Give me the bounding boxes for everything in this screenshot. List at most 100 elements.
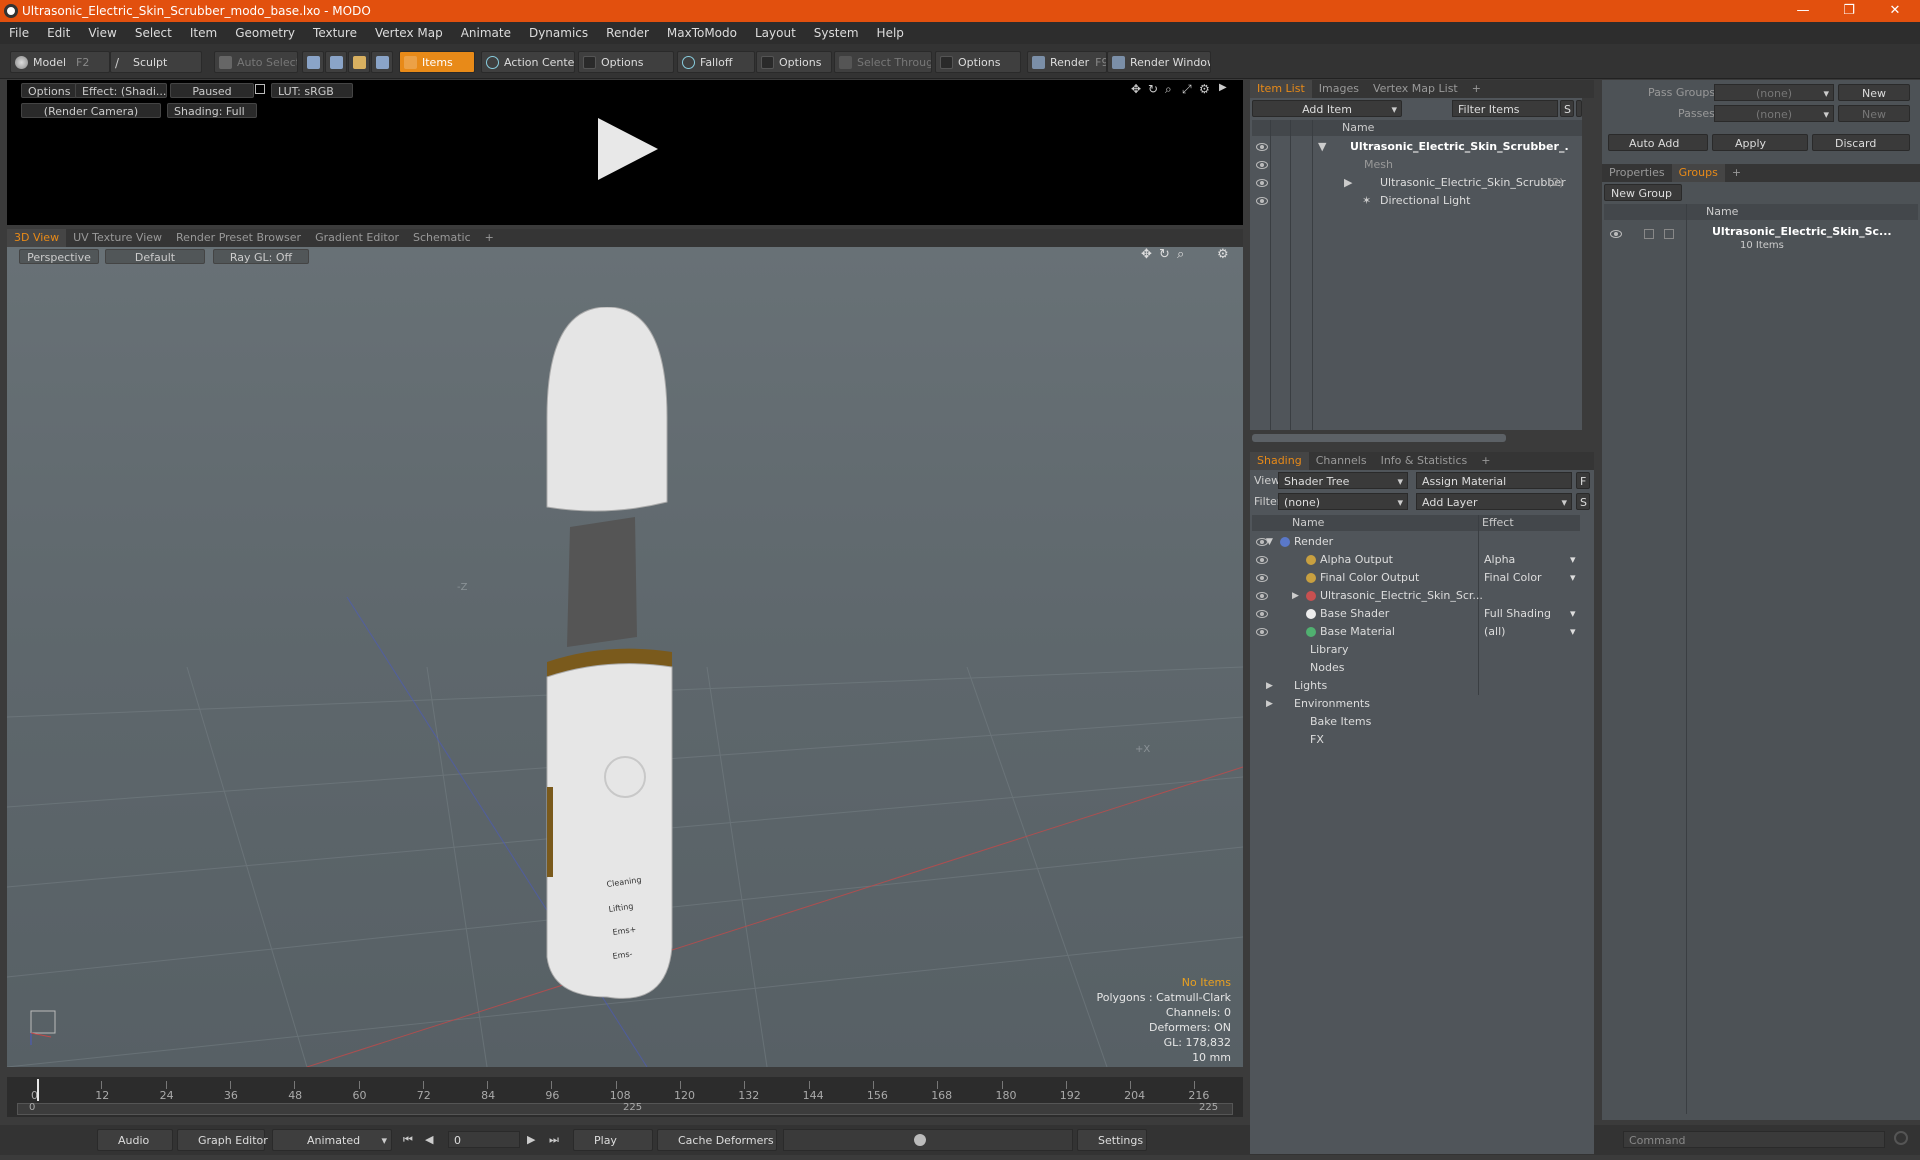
menu-layout[interactable]: Layout (746, 26, 805, 40)
list-item[interactable]: ▶ Ultrasonic_Electric_Skin_Scrubber (2) (1252, 174, 1568, 192)
menu-maxtomodo[interactable]: MaxToModo (658, 26, 746, 40)
expand-arrow-icon[interactable]: ▼ (1318, 138, 1326, 156)
falloff-button[interactable]: Falloff (677, 51, 755, 73)
apply-button[interactable]: Apply (1712, 134, 1808, 151)
add-tab-button[interactable]: + (478, 229, 501, 247)
visibility-eye-icon[interactable] (1256, 592, 1268, 600)
new-pass-group-button[interactable]: New (1838, 84, 1910, 101)
visibility-eye-icon[interactable] (1256, 556, 1268, 564)
menu-help[interactable]: Help (868, 26, 913, 40)
visibility-eye-icon[interactable] (1256, 610, 1268, 618)
preview-gear-icon[interactable]: ⚙ (1199, 82, 1210, 96)
item-filter-button[interactable] (1576, 100, 1582, 117)
3d-viewport[interactable]: Cleaning Lifting Ems+ Ems- Perspective D… (7, 247, 1243, 1067)
select-through-options-button[interactable]: Options (935, 51, 1021, 73)
viewport-move-icon[interactable]: ✥ (1141, 247, 1152, 262)
tab-channels[interactable]: Channels (1309, 452, 1374, 470)
polygons-mode-button[interactable] (348, 51, 370, 73)
tab-add-shading[interactable]: + (1474, 452, 1497, 470)
shader-row[interactable]: Base Material (all) ▾ (1252, 623, 1580, 641)
shading-f-button[interactable]: F (1576, 472, 1590, 489)
items-mode-button[interactable]: Items (399, 51, 475, 73)
tab-3d-view[interactable]: 3D View (7, 229, 67, 247)
preview-shading-dropdown[interactable]: Shading: Full (167, 103, 257, 118)
menu-item[interactable]: Item (181, 26, 226, 40)
expand-arrow-icon[interactable]: ▶ (1266, 677, 1273, 695)
visibility-eye-icon[interactable] (1256, 574, 1268, 582)
visibility-eye-icon[interactable] (1610, 230, 1622, 238)
settings-button[interactable]: Settings (1077, 1129, 1147, 1151)
action-center-button[interactable]: Action Center (481, 51, 575, 73)
passes-dropdown[interactable]: (none) (1714, 105, 1834, 122)
list-item[interactable]: ✶ Directional Light (1252, 192, 1568, 210)
visibility-eye-icon[interactable] (1256, 628, 1268, 636)
tab-shading[interactable]: Shading (1250, 452, 1309, 470)
shader-row[interactable]: Nodes (1252, 659, 1580, 677)
visibility-eye-icon[interactable] (1256, 197, 1268, 205)
add-layer-dropdown[interactable]: Add Layer (1416, 493, 1572, 510)
visibility-eye-icon[interactable] (1256, 179, 1268, 187)
tab-groups[interactable]: Groups (1671, 164, 1725, 182)
select-checkbox[interactable] (1664, 229, 1674, 239)
auto-add-button[interactable]: Auto Add (1608, 134, 1708, 151)
expand-arrow-icon[interactable]: ▼ (1266, 533, 1273, 551)
tab-info-statistics[interactable]: Info & Statistics (1374, 452, 1475, 470)
add-item-dropdown[interactable]: Add Item (1252, 100, 1402, 117)
minimize-button[interactable]: — (1780, 0, 1826, 22)
menu-render[interactable]: Render (597, 26, 658, 40)
first-frame-icon[interactable]: ⏮ (403, 1133, 413, 1147)
preview-camera-dropdown[interactable]: (Render Camera) (21, 103, 161, 118)
auto-select-button[interactable]: Auto Select (214, 51, 298, 73)
graph-editor-button[interactable]: Graph Editor (177, 1129, 268, 1151)
select-through-button[interactable]: Select Through (834, 51, 932, 73)
tab-vertex-map-list[interactable]: Vertex Map List (1366, 80, 1465, 98)
preview-effect-dropdown[interactable]: Effect: (Shadi... (75, 83, 167, 98)
shading-s-button[interactable]: S (1576, 493, 1590, 510)
discard-button[interactable]: Discard (1812, 134, 1910, 151)
playhead[interactable] (37, 1079, 39, 1101)
shader-row[interactable]: Alpha Output Alpha ▾ (1252, 551, 1580, 569)
new-group-button[interactable]: New Group (1604, 184, 1682, 201)
tab-schematic[interactable]: Schematic (406, 229, 478, 247)
effect-dropdown-icon[interactable]: ▾ (1570, 605, 1576, 623)
effect-dropdown-icon[interactable]: ▾ (1570, 623, 1576, 641)
menu-file[interactable]: File (0, 26, 38, 40)
shader-row[interactable]: ▼ Render (1252, 533, 1580, 551)
render-window-button[interactable]: Render Window (1107, 51, 1211, 73)
prev-frame-icon[interactable]: ◀ (425, 1133, 433, 1146)
shader-row-effect[interactable]: Alpha (1484, 551, 1578, 569)
shader-row[interactable]: Final Color Output Final Color ▾ (1252, 569, 1580, 587)
menu-dynamics[interactable]: Dynamics (520, 26, 597, 40)
audio-button[interactable]: Audio (97, 1129, 173, 1151)
preview-paused-button[interactable]: Paused (170, 83, 254, 98)
frame-field[interactable]: 0 (448, 1131, 520, 1148)
viewport-zoom-icon[interactable]: ⌕ (1177, 247, 1184, 262)
new-pass-button[interactable]: New (1838, 105, 1910, 122)
command-input[interactable]: Command (1623, 1131, 1885, 1148)
lock-icon[interactable] (255, 84, 265, 94)
shader-row-effect[interactable]: Final Color (1484, 569, 1578, 587)
tab-add[interactable]: + (1465, 80, 1488, 98)
viewport-gear-icon[interactable]: ⚙ (1217, 247, 1229, 262)
maximize-button[interactable]: ❐ (1826, 0, 1872, 22)
visibility-eye-icon[interactable] (1256, 143, 1268, 151)
expand-arrow-icon[interactable]: ▶ (1344, 174, 1352, 192)
shader-row-effect[interactable]: (all) (1484, 623, 1578, 641)
preview-maximize-icon[interactable]: ⤢ (1182, 82, 1192, 97)
tab-uv-texture-view[interactable]: UV Texture View (66, 229, 169, 247)
menu-view[interactable]: View (79, 26, 125, 40)
default-dropdown[interactable]: Default (105, 249, 205, 264)
animated-dropdown[interactable]: Animated (272, 1129, 392, 1152)
play-button[interactable]: Play (573, 1129, 653, 1151)
shader-row-effect[interactable]: Full Shading (1484, 605, 1578, 623)
expand-arrow-icon[interactable]: ▶ (1266, 695, 1273, 713)
list-item[interactable]: Mesh (1252, 156, 1568, 174)
last-frame-icon[interactable]: ⏭ (549, 1133, 559, 1147)
expand-arrow-icon[interactable]: ▶ (1292, 587, 1299, 605)
shader-row[interactable]: Bake Items (1252, 713, 1580, 731)
effect-dropdown-icon[interactable]: ▾ (1570, 551, 1576, 569)
shader-filter-dropdown[interactable]: (none) (1278, 493, 1408, 510)
list-item[interactable]: ▼ Ultrasonic_Electric_Skin_Scrubber_... (1252, 138, 1568, 156)
visibility-eye-icon[interactable] (1256, 161, 1268, 169)
materials-mode-button[interactable] (371, 51, 393, 73)
